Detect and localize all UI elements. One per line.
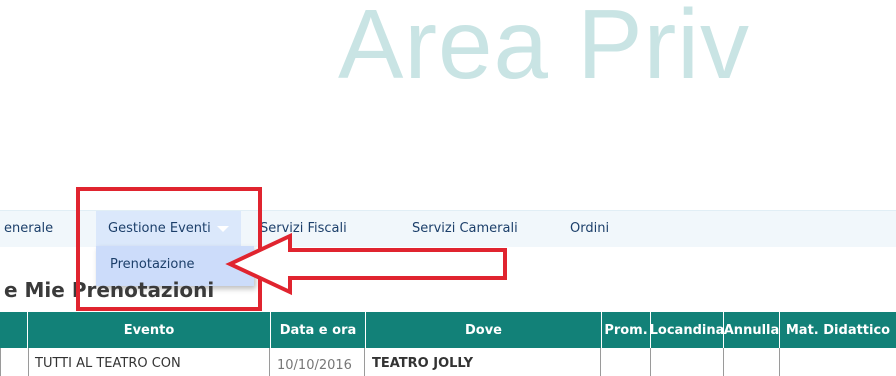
red-arrow-annotation	[225, 232, 507, 296]
